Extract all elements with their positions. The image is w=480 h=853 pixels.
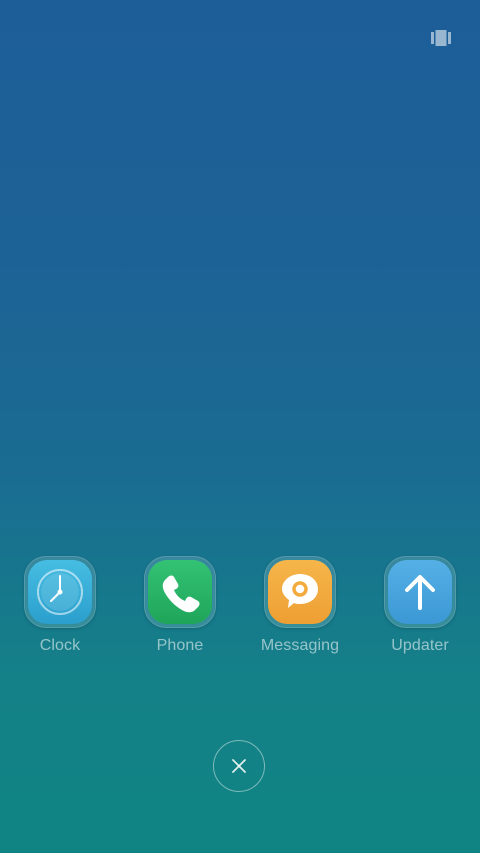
app-phone[interactable]: Phone bbox=[120, 556, 240, 666]
app-phone-icon-frame bbox=[144, 556, 216, 628]
app-messaging-icon-frame bbox=[264, 556, 336, 628]
app-clock[interactable]: Clock bbox=[0, 556, 120, 666]
app-updater-icon-frame bbox=[384, 556, 456, 628]
updater-icon bbox=[388, 560, 452, 624]
messaging-icon bbox=[268, 560, 332, 624]
app-row: Clock Phone Messaging Updater bbox=[0, 556, 480, 666]
app-phone-label: Phone bbox=[156, 637, 204, 654]
clock-icon bbox=[28, 560, 92, 624]
close-button[interactable] bbox=[213, 740, 265, 792]
app-messaging[interactable]: Messaging bbox=[240, 556, 360, 666]
close-icon bbox=[232, 759, 246, 773]
recent-apps-icon[interactable] bbox=[431, 30, 451, 46]
app-clock-label: Clock bbox=[39, 637, 81, 654]
phone-icon bbox=[148, 560, 212, 624]
app-clock-icon-frame bbox=[24, 556, 96, 628]
app-messaging-label: Messaging bbox=[260, 637, 340, 654]
app-updater[interactable]: Updater bbox=[360, 556, 480, 666]
app-updater-label: Updater bbox=[391, 637, 449, 654]
